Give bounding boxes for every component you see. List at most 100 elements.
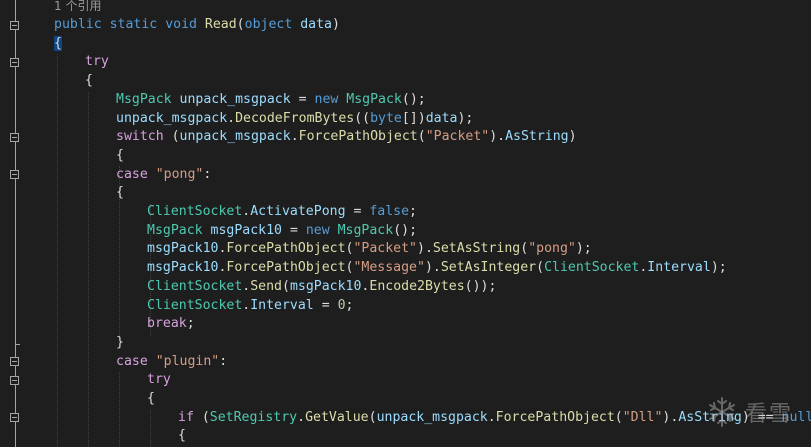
- code-line[interactable]: switch (unpack_msgpack.ForcePathObject("…: [116, 128, 577, 147]
- code-line[interactable]: {: [178, 427, 186, 446]
- code-token: DecodeFromBytes: [235, 110, 355, 126]
- code-token: =: [345, 204, 370, 219]
- code-token: unpack_msgpack: [179, 91, 291, 107]
- code-token: SetRegistry: [209, 409, 298, 425]
- code-token: ;: [345, 297, 354, 313]
- code-token: );: [575, 241, 592, 257]
- code-line[interactable]: {: [116, 147, 124, 166]
- code-token: (: [282, 278, 290, 294]
- code-line[interactable]: {: [147, 390, 155, 409]
- code-line[interactable]: break;: [147, 315, 195, 334]
- code-token: ): [568, 129, 577, 145]
- code-token: msgPack10: [147, 241, 219, 257]
- code-token: break: [147, 316, 187, 332]
- code-token: ): [331, 17, 340, 32]
- code-token: static: [109, 17, 158, 32]
- code-token: msgPack10: [289, 278, 362, 294]
- code-token: case: [116, 166, 148, 182]
- code-token: Encode2Bytes: [369, 278, 465, 294]
- code-token: {: [85, 73, 93, 89]
- code-token: new: [314, 91, 339, 107]
- collapse-switch-icon[interactable]: [10, 133, 19, 142]
- code-token: []): [401, 110, 426, 126]
- code-token: ClientSocket: [544, 260, 640, 276]
- code-line[interactable]: public static void Read(object data): [54, 16, 340, 35]
- code-token: GetValue: [305, 409, 369, 425]
- code-line[interactable]: {: [54, 35, 62, 54]
- collapse-if-icon[interactable]: [10, 413, 19, 422]
- code-token: :: [203, 166, 212, 182]
- code-token: "pong": [528, 241, 576, 257]
- code-token: try: [85, 54, 109, 70]
- code-token: if: [178, 409, 194, 425]
- code-token: object: [244, 17, 293, 32]
- code-token: ).: [424, 260, 441, 276]
- collapse-try-plugin-icon[interactable]: [10, 376, 19, 385]
- fold-end-marker: [15, 344, 20, 345]
- code-token: );: [457, 110, 474, 126]
- code-token: unpack_msgpack: [179, 129, 291, 145]
- code-token: ;: [409, 204, 417, 219]
- code-token: ;: [186, 316, 195, 332]
- code-token: ForcePathObject: [298, 129, 418, 145]
- code-token: msgPack10: [210, 222, 282, 238]
- code-token: switch: [116, 129, 164, 145]
- code-token: SetAsInteger: [440, 260, 537, 276]
- codelens-reference-count[interactable]: 1 个引用: [54, 0, 101, 16]
- code-line[interactable]: unpack_msgpack.DecodeFromBytes((byte[])d…: [116, 110, 473, 129]
- code-token: MsgPack: [346, 91, 402, 107]
- code-line[interactable]: ClientSocket.Interval = 0;: [147, 297, 354, 316]
- code-token: try: [147, 372, 171, 388]
- code-token: .: [297, 409, 306, 425]
- indent-guide: [119, 372, 120, 447]
- code-line[interactable]: {: [85, 72, 93, 91]
- code-token: (: [520, 241, 529, 257]
- code-line[interactable]: msgPack10.ForcePathObject("Packet").SetA…: [147, 240, 592, 259]
- code-line[interactable]: if (SetRegistry.GetValue(unpack_msgpack.…: [178, 409, 811, 428]
- code-line[interactable]: }: [116, 334, 124, 353]
- code-token: unpack_msgpack: [376, 409, 488, 425]
- code-line[interactable]: MsgPack unpack_msgpack = new MsgPack();: [116, 91, 426, 110]
- code-token: ());: [464, 278, 497, 294]
- code-token: "Dll": [622, 409, 663, 425]
- code-line[interactable]: ClientSocket.Send(msgPack10.Encode2Bytes…: [147, 278, 496, 297]
- code-line[interactable]: case "plugin":: [116, 353, 227, 372]
- code-token: ();: [401, 91, 426, 107]
- code-token: ActivatePong: [250, 204, 346, 219]
- code-line[interactable]: {: [116, 184, 124, 203]
- code-token: =: [290, 91, 315, 107]
- code-token: (: [193, 409, 210, 425]
- code-token: .: [290, 129, 299, 145]
- code-token: msgPack10: [147, 260, 219, 276]
- code-token: ((: [354, 110, 371, 126]
- code-token: false: [369, 204, 410, 219]
- code-token: "Packet": [353, 241, 417, 257]
- indent-guide: [57, 54, 58, 447]
- code-token: {: [116, 185, 124, 201]
- code-line[interactable]: MsgPack msgPack10 = new MsgPack();: [147, 222, 417, 241]
- code-line[interactable]: case "pong":: [116, 166, 211, 185]
- code-line[interactable]: msgPack10.ForcePathObject("Message").Set…: [147, 259, 727, 278]
- code-token: "pong": [155, 166, 204, 182]
- code-token: ).: [417, 241, 433, 257]
- code-line[interactable]: try: [147, 371, 171, 390]
- collapse-method-icon[interactable]: [10, 21, 19, 30]
- code-token: =: [282, 222, 306, 238]
- code-editor[interactable]: 1 个引用 public static void Read(object dat…: [0, 0, 811, 447]
- code-line[interactable]: ClientSocket.ActivatePong = false;: [147, 203, 417, 222]
- code-line[interactable]: try: [85, 53, 109, 72]
- code-token: );: [710, 260, 727, 276]
- collapse-try-icon[interactable]: [10, 58, 19, 67]
- code-token: AsString: [505, 129, 569, 145]
- code-token: SetAsString: [432, 241, 521, 257]
- code-token: MsgPack: [337, 222, 394, 238]
- collapse-case-pong-icon[interactable]: [10, 170, 19, 179]
- code-token: Interval: [250, 297, 314, 313]
- collapse-case-plugin-icon[interactable]: [10, 357, 19, 366]
- code-token: ).: [662, 409, 679, 425]
